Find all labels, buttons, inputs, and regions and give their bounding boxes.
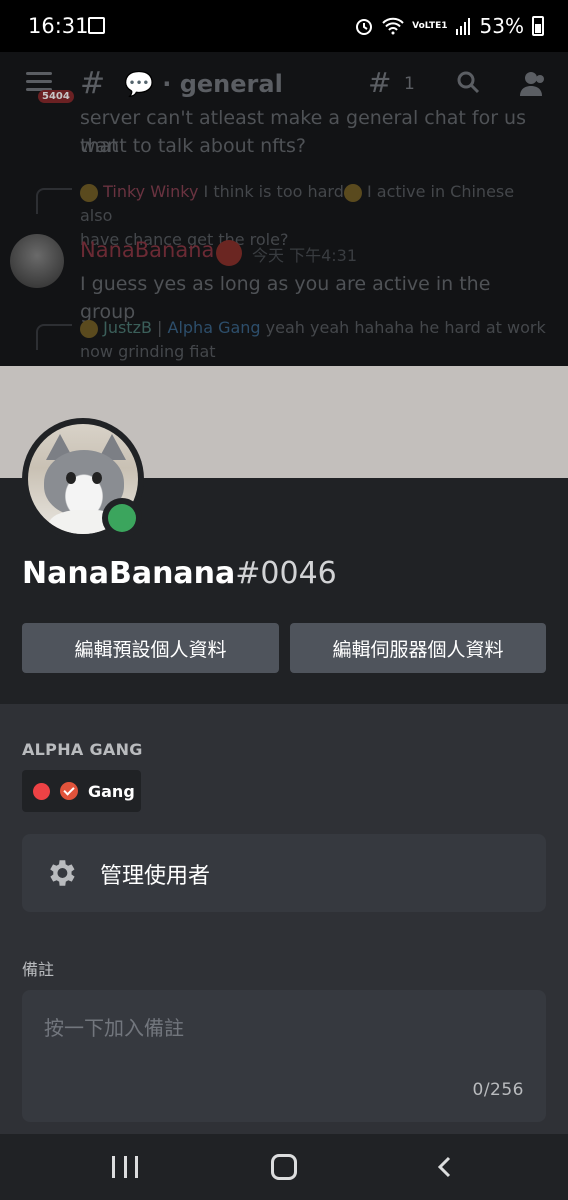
battery-icon <box>532 16 544 36</box>
system-nav-bar <box>0 1134 568 1200</box>
profile-username: NanaBanana#0046 <box>22 556 337 591</box>
gear-icon <box>50 860 75 886</box>
role-name: Gang <box>88 781 135 801</box>
image-icon <box>88 17 105 34</box>
members-icon[interactable] <box>518 70 548 96</box>
profile-sheet: NanaBanana#0046 編輯預設個人資料 編輯伺服器個人資料 ALPHA… <box>0 366 568 1134</box>
menu-icon[interactable] <box>26 72 52 92</box>
search-icon[interactable] <box>456 70 480 94</box>
reply-connector <box>36 324 72 350</box>
role-color-dot <box>33 782 50 800</box>
profile-header: NanaBanana#0046 編輯預設個人資料 編輯伺服器個人資料 <box>0 418 568 704</box>
thread-count: 1 <box>404 74 415 94</box>
reply-connector <box>36 188 72 214</box>
home-icon[interactable] <box>271 1154 297 1180</box>
status-bar: 16:31 VoLTE1 53% <box>0 0 568 52</box>
back-icon[interactable] <box>434 1156 456 1178</box>
status-time: 16:31 <box>28 14 89 38</box>
avatar[interactable] <box>10 234 64 288</box>
user-avatar-small <box>80 319 98 338</box>
note-box[interactable]: 0/256 <box>22 990 546 1122</box>
discriminator: #0046 <box>235 556 337 591</box>
manage-user-label: 管理使用者 <box>100 864 211 889</box>
verified-badge-icon <box>216 240 242 266</box>
verified-check-icon <box>60 782 78 800</box>
note-label: 備註 <box>22 960 55 979</box>
username-text: NanaBanana <box>22 556 236 591</box>
reply-text: now grinding fiat <box>80 342 216 361</box>
reply-author: JustzB <box>103 318 152 337</box>
note-input[interactable] <box>44 1016 504 1040</box>
signal-icon <box>455 18 470 35</box>
recents-icon[interactable] <box>112 1156 138 1178</box>
message-timestamp: 今天 下午4:31 <box>252 246 358 265</box>
reply-author: Tinky Winky <box>103 182 199 201</box>
alarm-icon <box>356 19 373 35</box>
edit-default-profile-button[interactable]: 編輯預設個人資料 <box>22 623 279 673</box>
message-text: want to talk about nfts? <box>80 135 306 157</box>
wifi-icon <box>382 17 404 35</box>
reply-author-tag: Alpha Gang <box>167 318 261 337</box>
note-char-count: 0/256 <box>472 1080 524 1100</box>
threads-icon[interactable]: # <box>368 66 391 99</box>
mention-badge: 5404 <box>38 90 74 103</box>
channel-name: general <box>179 70 283 98</box>
reply-text: I think is too hard <box>198 182 344 201</box>
reply-preview[interactable]: JustzB | Alpha Gang yeah yeah hahaha he … <box>80 316 550 364</box>
network-label: VoLTE1 <box>412 20 448 31</box>
server-name-heading: ALPHA GANG <box>22 740 143 759</box>
chat-background[interactable]: 5404 # 💬 · general # 1 server can't atle… <box>0 52 568 366</box>
user-avatar-small <box>80 183 98 202</box>
chat-bubble-icon: 💬 · <box>124 70 180 98</box>
online-status-indicator <box>102 498 142 538</box>
message-author[interactable]: NanaBanana <box>80 238 214 262</box>
role-pill[interactable]: Gang <box>22 770 141 812</box>
reply-text: yeah yeah hahaha he hard at work <box>260 318 546 337</box>
edit-server-profile-button[interactable]: 編輯伺服器個人資料 <box>290 623 546 673</box>
battery-percent: 53% <box>479 14 524 38</box>
reply-separator: | <box>151 318 168 337</box>
hash-icon: # <box>80 66 106 101</box>
emoji-icon <box>343 183 362 202</box>
manage-user-button[interactable]: 管理使用者 <box>22 834 546 912</box>
